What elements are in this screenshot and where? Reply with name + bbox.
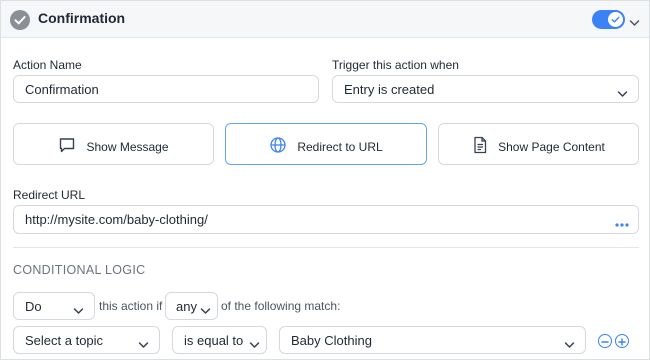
topic-select[interactable]: Select a topic: [13, 326, 160, 354]
show-message-button[interactable]: Show Message: [13, 123, 214, 165]
action-name-input[interactable]: Confirmation: [13, 75, 319, 103]
action-name-label: Action Name: [13, 58, 82, 72]
condition-text-before: this action if: [99, 299, 163, 313]
panel-title: Confirmation: [38, 10, 126, 26]
document-icon: [472, 136, 488, 157]
toggle-knob: [608, 12, 623, 27]
trigger-value: Entry is created: [344, 82, 435, 97]
action-name-value: Confirmation: [25, 82, 99, 97]
do-value: Do: [25, 299, 42, 314]
remove-condition-button[interactable]: [598, 334, 612, 348]
show-page-content-button[interactable]: Show Page Content: [438, 123, 639, 165]
conditional-logic-title: CONDITIONAL LOGIC: [13, 263, 146, 277]
globe-icon: [269, 136, 287, 157]
show-message-label: Show Message: [86, 139, 169, 154]
match-value: any: [176, 299, 197, 314]
chevron-down-icon: [249, 337, 260, 352]
add-condition-button[interactable]: [615, 334, 629, 348]
value-select[interactable]: Baby Clothing: [279, 326, 586, 354]
panel-header[interactable]: Confirmation: [1, 1, 649, 38]
plus-icon: [618, 338, 626, 346]
chevron-down-icon[interactable]: [629, 14, 640, 32]
match-select[interactable]: any: [165, 292, 218, 320]
message-icon: [58, 136, 76, 157]
show-page-content-label: Show Page Content: [498, 139, 605, 154]
minus-icon: [601, 341, 609, 343]
redirect-url-input[interactable]: http://mysite.com/baby-clothing/: [13, 205, 639, 234]
chevron-down-icon: [73, 303, 84, 318]
redirect-url-label-text: Redirect URL: [13, 188, 86, 202]
action-panel: Confirmation Action Name Confirmation Tr…: [0, 0, 650, 360]
redirect-url-button[interactable]: Redirect to URL: [225, 123, 427, 165]
condition-text-after: of the following match:: [221, 299, 341, 313]
redirect-url-label: Redirect to URL: [297, 139, 383, 154]
topic-value: Select a topic: [25, 333, 104, 348]
check-icon: [10, 10, 30, 30]
operator-value: is equal to: [184, 333, 244, 348]
chevron-down-icon: [138, 337, 149, 352]
section-divider: [13, 247, 639, 248]
do-select[interactable]: Do: [13, 292, 95, 320]
value-value: Baby Clothing: [291, 333, 372, 348]
redirect-url-value: http://mysite.com/baby-clothing/: [25, 212, 208, 227]
trigger-label: Trigger this action when: [332, 58, 459, 72]
chevron-down-icon: [617, 86, 628, 101]
trigger-select[interactable]: Entry is created: [332, 75, 639, 103]
chevron-down-icon: [564, 337, 575, 352]
chevron-down-icon: [200, 303, 211, 318]
enable-toggle[interactable]: [592, 10, 625, 29]
operator-select[interactable]: is equal to: [172, 326, 267, 354]
more-options-icon[interactable]: [615, 216, 629, 231]
